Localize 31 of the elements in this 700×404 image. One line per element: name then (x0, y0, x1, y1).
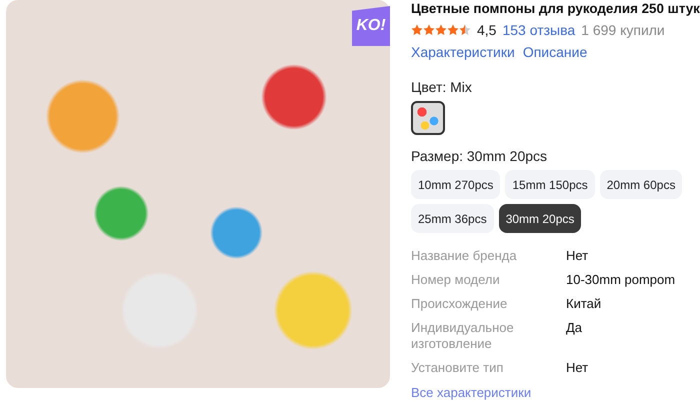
color-label: Цвет: Mix (411, 79, 473, 95)
rating-value: 4,5 (477, 22, 496, 38)
product-title: Цветные помпоны для рукоделия 250 штук (411, 1, 700, 17)
size-option[interactable]: 30mm 20pcs (498, 204, 582, 233)
color-swatch[interactable] (411, 101, 445, 135)
section-link[interactable]: Характеристики (411, 44, 515, 60)
promo-badge: KO! (352, 6, 390, 46)
all-specs-link[interactable]: Все характеристики (411, 385, 700, 400)
spec-value: 10-30mm pompom (566, 272, 676, 288)
spec-name: Индивидуальное изготовление (411, 320, 515, 352)
star-icon (435, 24, 447, 36)
spec-name: Происхождение (411, 296, 508, 312)
reviews-link[interactable]: 153 отзыва (502, 22, 576, 38)
spec-value: Да (566, 320, 584, 337)
spec-name: Номер модели (411, 272, 501, 288)
size-option[interactable]: 20mm 60pcs (600, 170, 682, 199)
size-option[interactable]: 25mm 36pcs (411, 204, 494, 233)
spec-value: Китай (566, 296, 602, 312)
size-label: Размер: 30mm 20pcs (411, 148, 548, 164)
star-icon (411, 24, 423, 36)
spec-name: Установите тип (411, 360, 504, 376)
star-icon (447, 24, 459, 36)
star-icon (423, 24, 435, 36)
purchase-count: 1 699 купили (581, 22, 665, 38)
spec-value: Нет (566, 360, 590, 376)
size-option[interactable]: 10mm 270pcs (411, 170, 500, 199)
spec-value: Нет (566, 248, 590, 264)
star-icon (459, 24, 471, 36)
section-link[interactable]: Описание (522, 44, 588, 60)
size-option[interactable]: 15mm 150pcs (505, 170, 595, 199)
spec-name: Название бренда (411, 248, 518, 264)
